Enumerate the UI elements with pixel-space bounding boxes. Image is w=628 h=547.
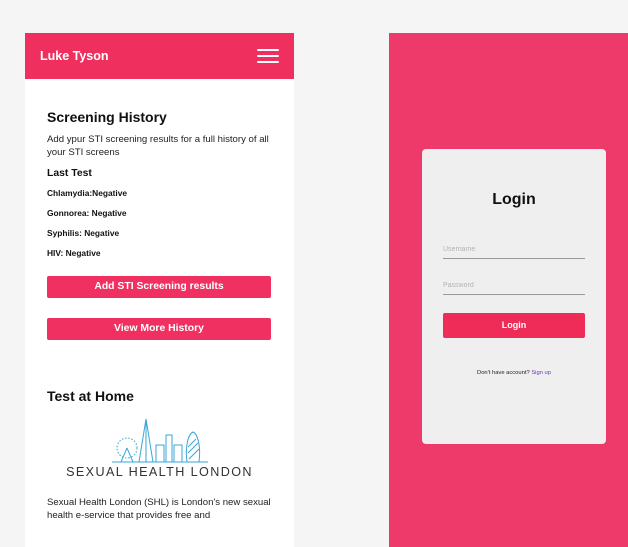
signup-link[interactable]: Sign up <box>531 370 551 376</box>
screening-description: Add ypur STI screening results for a ful… <box>47 134 269 158</box>
view-more-history-button[interactable]: View More History <box>47 318 271 340</box>
dashboard-content: Screening History Add ypur STI screening… <box>25 109 294 522</box>
signup-prompt: Don't have account? Sign up <box>422 370 606 376</box>
dashboard-screen: Luke Tyson Screening History Add ypur ST… <box>25 33 294 547</box>
last-test-label: Last Test <box>47 168 92 179</box>
username-input[interactable] <box>443 241 585 259</box>
login-card: Login Login Don't have account? Sign up <box>422 149 606 444</box>
no-account-text: Don't have account? <box>477 370 530 376</box>
user-name: Luke Tyson <box>40 49 109 63</box>
hamburger-menu-icon[interactable] <box>257 49 279 63</box>
result-syphilis: Syphilis: Negative <box>47 228 120 238</box>
result-gonorrhea: Gonnorea: Negative <box>47 208 127 218</box>
shl-description: Sexual Health London (SHL) is London's n… <box>47 497 271 521</box>
sexual-health-london-wordmark: SEXUAL HEALTH LONDON <box>66 465 253 479</box>
result-chlamydia: Chlamydia:Negative <box>47 188 128 198</box>
login-title: Login <box>492 191 536 208</box>
london-skyline-logo <box>111 418 208 463</box>
add-screening-results-button[interactable]: Add STI Screening results <box>47 276 271 298</box>
password-input[interactable] <box>443 277 585 295</box>
login-screen: Login Login Don't have account? Sign up <box>389 33 628 547</box>
login-button[interactable]: Login <box>443 313 585 338</box>
top-app-bar: Luke Tyson <box>25 33 294 79</box>
result-hiv: HIV: Negative <box>47 248 101 258</box>
test-at-home-title: Test at Home <box>47 388 134 404</box>
screening-history-title: Screening History <box>47 109 167 125</box>
